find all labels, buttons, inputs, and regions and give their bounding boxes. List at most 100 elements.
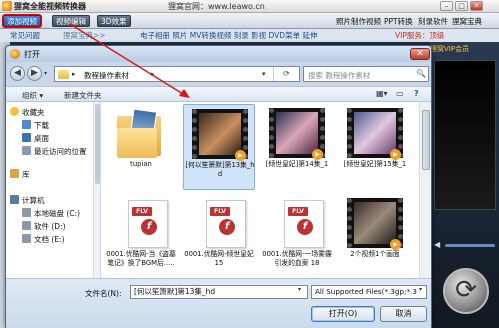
vip-member-text[interactable]: 狸窝VIP会员 <box>430 44 498 56</box>
file-item[interactable]: ▶ [何以笙箫默]第13集_hd <box>183 104 255 190</box>
preview-pane-icon[interactable]: ▭ <box>396 89 404 98</box>
vip-service-text[interactable]: VIP服务：顶级 <box>395 30 444 41</box>
file-name: [何以笙箫默]第13集_hd <box>185 161 255 178</box>
address-dropdown-icon[interactable]: ▾ <box>262 70 266 78</box>
menu-link-burn[interactable]: 刻录软件 <box>418 16 448 27</box>
dialog-close-button[interactable]: ✕ <box>410 48 430 60</box>
filetype-dropdown-icon[interactable]: ▾ <box>419 286 422 293</box>
flv-file-icon: FLV f <box>269 198 325 248</box>
dialog-toolbar: 组织 ▾ 新建文件夹 ▦▾ ▭ ? <box>6 86 431 102</box>
help-icon[interactable]: ? <box>414 89 419 98</box>
file-name: 2个视频1个画面 <box>350 250 400 258</box>
nav-item[interactable]: 桌面 <box>6 132 92 144</box>
search-icon[interactable]: 🔍 <box>416 69 426 79</box>
file-item[interactable]: FLV f 0001.优酷网-倾世皇妃 15 <box>183 194 255 278</box>
file-item[interactable]: FLV f 0001.优酷网-一场雾霾引发的血案 18 <box>261 194 333 278</box>
app-close-button[interactable]: ✕ <box>470 1 483 11</box>
dialog-app-icon <box>10 49 20 59</box>
menu-link-tutorial[interactable]: 狸窝宝典 <box>452 16 482 27</box>
filename-input[interactable]: [何以笙箫默]第13集_hd <box>130 285 308 299</box>
file-item[interactable]: FLV f 0001.优酷网-当《盗墓笔记》换了BGM后..... <box>105 194 177 278</box>
open-button[interactable]: 打开(O) <box>311 306 375 322</box>
nav-scrollbar[interactable] <box>93 102 100 278</box>
star-icon <box>10 107 19 116</box>
computer-icon <box>10 195 19 204</box>
app-subbar: 常见问题 狸窝宝典>> 电子相册 照片 MV转换视频 刻录 影视 DVD菜单 延… <box>0 29 499 42</box>
nav-item[interactable]: 软件 (D:) <box>6 220 92 232</box>
filename-label: 文件名(N): <box>85 289 122 298</box>
menu-link-ppt[interactable]: PPT转换 <box>384 16 413 27</box>
navigation-pane: 收藏夹 下载桌面最近访问的位置库计算机本地磁盘 (C:) 软件 (D:) 文档 (E:… <box>6 102 100 278</box>
play-badge-icon: ▶ <box>312 149 323 160</box>
video-edit-button[interactable]: 视频编辑 <box>52 15 90 27</box>
3d-effect-button[interactable]: 3D效果 <box>97 15 131 27</box>
breadcrumb-arrow-icon[interactable]: ▸ <box>72 70 76 78</box>
cancel-button[interactable]: 取消 <box>380 306 427 322</box>
volume-slider[interactable] <box>445 244 495 247</box>
library-icon <box>10 169 19 178</box>
promo-links[interactable]: 电子相册 照片 MV转换视频 刻录 影视 DVD菜单 延伸 <box>140 30 317 41</box>
nav-item-label: 桌面 <box>34 134 49 143</box>
dialog-nav-row: ◀ ▶ ▾ ▸ 教程操作素材 ▸ ▾ ⟳ 搜索 教程操作素材 🔍 <box>6 62 431 86</box>
file-item[interactable]: ▶ [倾世皇妃]第14集_1 <box>261 104 333 190</box>
play-badge-icon: ▶ <box>235 150 246 161</box>
nav-item[interactable]: 最近访问的位置 <box>6 145 92 157</box>
nav-item[interactable]: 文档 (E:) <box>6 233 92 245</box>
minimize-button[interactable]: – <box>440 1 453 11</box>
recent-locations-dropdown[interactable]: ▾ <box>44 70 51 77</box>
back-button[interactable]: ◀ <box>10 66 25 81</box>
address-path[interactable]: 教程操作素材 <box>84 70 129 81</box>
file-list: tupian ▶ [何以笙箫默]第13集_hd ▶ [倾世皇妃]第14集_1 ▶ [倾世皇妃… <box>101 102 419 278</box>
menu-link-photo-video[interactable]: 照片制作视频 <box>336 16 381 27</box>
dialog-titlebar: 打开 ✕ <box>6 46 431 62</box>
dialog-title: 打开 <box>24 50 40 59</box>
search-input[interactable]: 搜索 教程操作素材 <box>308 70 370 81</box>
video-thumbnail-icon: ▶ <box>347 198 403 250</box>
drive-icon <box>22 221 31 230</box>
nav-scroll-thumb[interactable] <box>95 104 100 184</box>
nav-item[interactable]: 计算机 <box>6 194 92 206</box>
app-title: 狸窝全能视频转换器 <box>14 2 86 11</box>
file-name: [倾世皇妃]第15集_1 <box>343 160 407 168</box>
nav-item[interactable]: 收藏夹 <box>6 106 92 118</box>
files-scroll-thumb[interactable] <box>422 110 430 170</box>
view-options-icon[interactable]: ▦▾ <box>376 89 388 98</box>
play-badge-icon: ▶ <box>390 239 401 250</box>
app-menubar: 添加视频 视频编辑 3D效果 照片制作视频 PPT转换 刻录软件 狸窝宝典 <box>0 13 499 29</box>
convert-button[interactable]: ⟳ <box>443 268 489 314</box>
breadcrumb[interactable]: 狸窝宝典>> <box>63 30 106 41</box>
filename-dropdown-icon[interactable]: ▾ <box>298 286 301 293</box>
nav-item[interactable]: 库 <box>6 168 92 180</box>
address-bar[interactable]: ▸ 教程操作素材 ▸ ▾ ⟳ <box>54 66 300 82</box>
volume-icon[interactable]: ◀ <box>434 240 443 249</box>
files-scrollbar[interactable] <box>419 102 431 278</box>
file-name: [倾世皇妃]第14集_1 <box>265 160 329 168</box>
recent-places-icon <box>22 146 31 155</box>
nav-item-label: 本地磁盘 (C:) <box>34 209 80 218</box>
nav-item[interactable]: 下载 <box>6 119 92 131</box>
nav-item-label: 计算机 <box>22 196 45 205</box>
faq-link[interactable]: 常见问题 <box>10 30 40 41</box>
app-logo-icon <box>2 1 12 11</box>
nav-item[interactable]: 本地磁盘 (C:) <box>6 207 92 219</box>
play-badge-icon: ▶ <box>390 149 401 160</box>
refresh-icon[interactable]: ⟳ <box>273 67 299 81</box>
breadcrumb-arrow-icon[interactable]: ▸ <box>151 70 155 78</box>
filetype-select[interactable]: All Supported Files(*.3gp;*.3 <box>311 285 427 299</box>
file-name: 0001.优酷网-倾世皇妃 15 <box>184 250 254 267</box>
file-name: 0001.优酷网-当《盗墓笔记》换了BGM后..... <box>106 250 176 267</box>
new-folder-button[interactable]: 新建文件夹 <box>64 90 102 101</box>
desktop-icon <box>22 133 31 142</box>
maximize-button[interactable]: □ <box>455 1 468 11</box>
folder-icon <box>58 70 69 79</box>
add-video-button[interactable]: 添加视频 <box>3 15 41 27</box>
nav-item-label: 文档 (E:) <box>34 235 65 244</box>
file-item[interactable]: ▶ [倾世皇妃]第15集_1 <box>339 104 411 190</box>
organize-menu[interactable]: 组织 ▾ <box>22 90 43 101</box>
video-thumbnail-icon: ▶ <box>347 108 403 160</box>
flv-file-icon: FLV f <box>191 198 247 248</box>
forward-button[interactable]: ▶ <box>27 66 42 81</box>
file-item[interactable]: tupian <box>105 104 177 190</box>
search-box[interactable]: 搜索 教程操作素材 🔍 <box>303 66 429 82</box>
file-item[interactable]: ▶ 2个视频1个画面 <box>339 194 411 278</box>
